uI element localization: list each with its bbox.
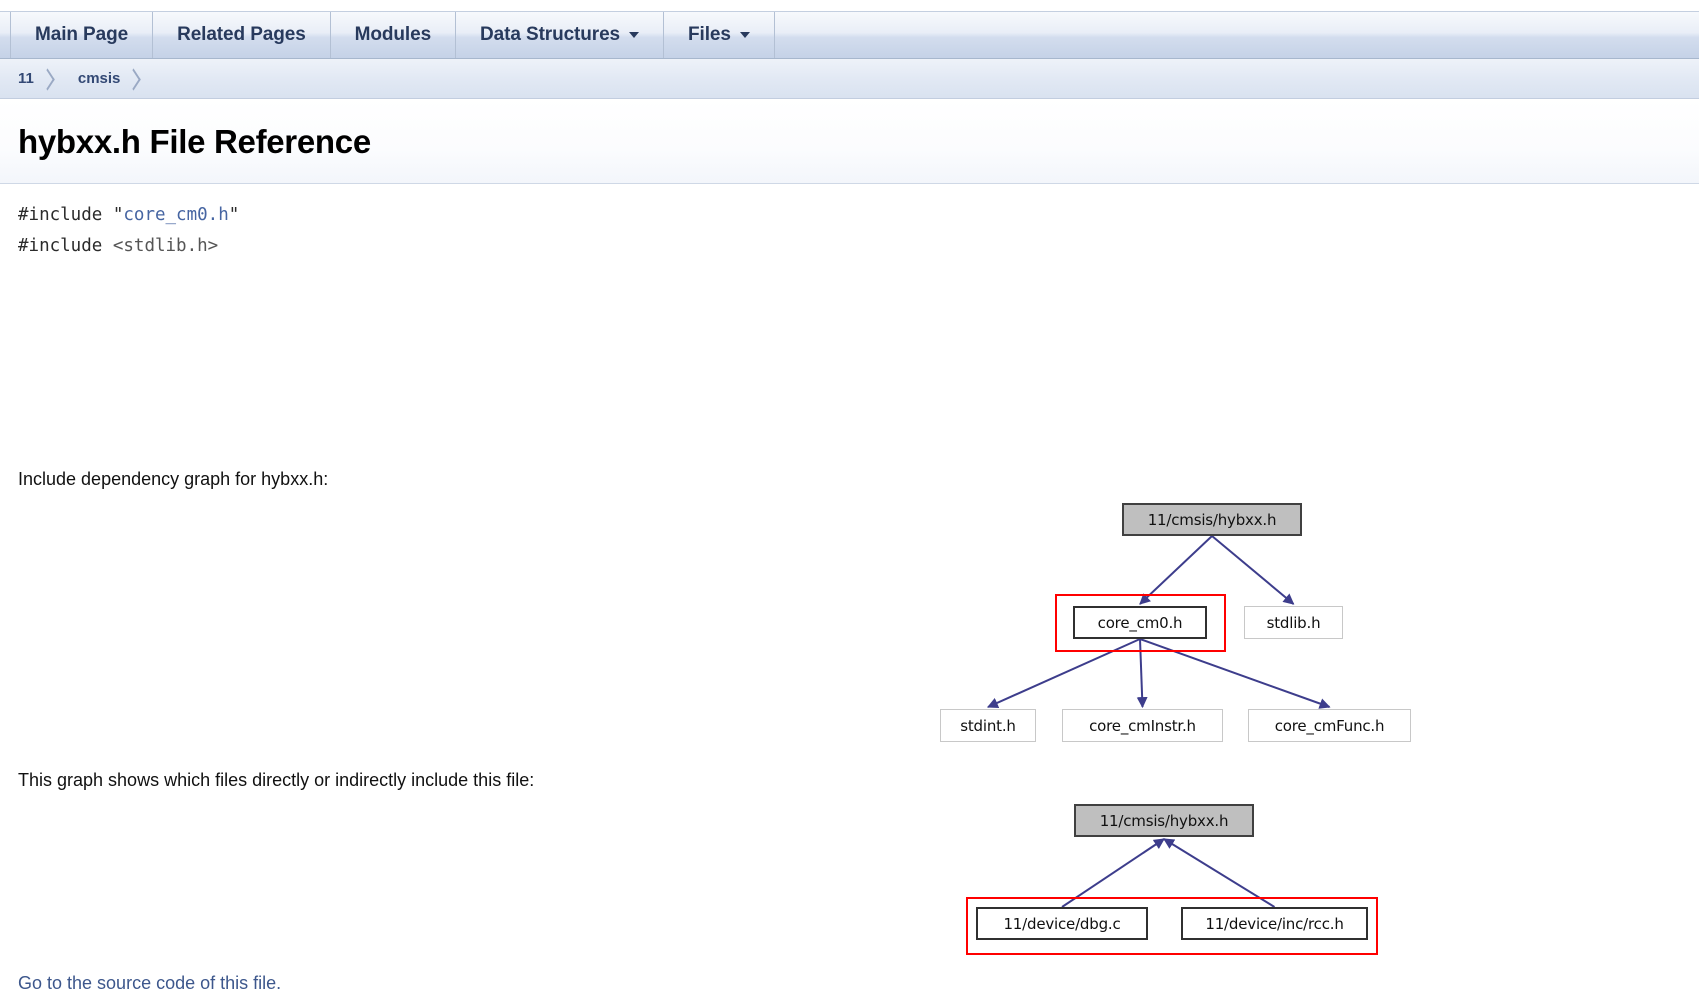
include-directive-list: #include "core_cm0.h" #include <stdlib.h> bbox=[18, 200, 1699, 262]
graph-edge-core_cm0-to-cminstr bbox=[1136, 638, 1148, 709]
page-title: hybxx.h File Reference bbox=[18, 123, 371, 160]
graph-edge-dbg-to-root bbox=[1061, 838, 1165, 908]
tab-label: Files bbox=[688, 24, 731, 45]
graph-node-cmfunc[interactable]: core_cmFunc.h bbox=[1248, 709, 1411, 742]
breadcrumb: 11 cmsis bbox=[0, 59, 1699, 99]
include-directive: #include "core_cm0.h" bbox=[18, 200, 1699, 231]
usage-graph-caption: This graph shows which files directly or… bbox=[18, 770, 535, 790]
graph-node-core_cm0[interactable]: core_cm0.h bbox=[1073, 606, 1207, 639]
include-keyword: #include bbox=[18, 205, 113, 225]
graph-node-stdlib: stdlib.h bbox=[1244, 606, 1343, 639]
include-target-text: stdlib.h bbox=[123, 236, 208, 257]
include-close-delimiter: > bbox=[207, 236, 219, 257]
graph-node-cminstr[interactable]: core_cmInstr.h bbox=[1062, 709, 1223, 742]
tab-label: Modules bbox=[354, 24, 432, 45]
tab-data-structures[interactable]: Data Structures bbox=[456, 12, 665, 58]
include-open-delimiter: < bbox=[112, 236, 124, 257]
include-close-delimiter: " bbox=[228, 205, 240, 225]
graph-edge-core_cm0-to-stdint bbox=[986, 638, 1141, 708]
tab-label: Data Structures bbox=[480, 24, 621, 45]
included-by-graph: 11/cmsis/hybxx.h 11/device/dbg.c 11/device… bbox=[940, 792, 1410, 960]
navbar: Main Page Related Pages Modules Data Struct… bbox=[0, 0, 1699, 99]
graph-edge-core_cm0-to-cmfunc bbox=[1139, 638, 1331, 709]
graph-node-stdint: stdint.h bbox=[940, 709, 1036, 742]
tab-main-page[interactable]: Main Page bbox=[10, 12, 154, 58]
tab-modules[interactable]: Modules bbox=[331, 12, 457, 58]
go-to-source-link[interactable]: Go to the source code of this file. bbox=[18, 973, 281, 994]
tab-label: Main Page bbox=[35, 24, 129, 45]
main-tab-list: Main Page Related Pages Modules Data Struct… bbox=[0, 11, 1699, 59]
graph-node-rcc[interactable]: 11/device/inc/rcc.h bbox=[1181, 907, 1368, 940]
chevron-down-icon bbox=[739, 32, 750, 38]
graph-node-root: 11/cmsis/hybxx.h bbox=[1122, 503, 1302, 536]
graph-edge-root-to-core_cm0 bbox=[1139, 535, 1213, 605]
graph-node-root: 11/cmsis/hybxx.h bbox=[1074, 804, 1254, 837]
page-header: hybxx.h File Reference bbox=[0, 99, 1699, 184]
graph-edge-root-to-stdlib bbox=[1211, 535, 1295, 605]
tab-label: Related Pages bbox=[177, 24, 306, 45]
chevron-down-icon bbox=[629, 32, 640, 38]
include-dependency-graph: 11/cmsis/hybxx.h core_cm0.h stdlib.h stdint… bbox=[900, 489, 1460, 754]
breadcrumb-item-11[interactable]: 11 bbox=[0, 59, 60, 98]
breadcrumb-item-cmsis[interactable]: cmsis bbox=[60, 59, 147, 98]
include-directive: #include <stdlib.h> bbox=[18, 231, 1699, 262]
page-contents: #include "core_cm0.h" #include <stdlib.h>… bbox=[0, 184, 1699, 993]
include-target-link[interactable]: core_cm0.h bbox=[123, 205, 228, 225]
include-open-delimiter: " bbox=[112, 205, 124, 225]
include-keyword: #include bbox=[18, 236, 113, 257]
include-graph-caption: Include dependency graph for hybxx.h: bbox=[18, 469, 329, 489]
graph-node-dbg[interactable]: 11/device/dbg.c bbox=[976, 907, 1148, 940]
graph-edge-rcc-to-root bbox=[1163, 838, 1276, 908]
tab-related-pages[interactable]: Related Pages bbox=[153, 12, 331, 58]
tab-files[interactable]: Files bbox=[664, 12, 775, 58]
